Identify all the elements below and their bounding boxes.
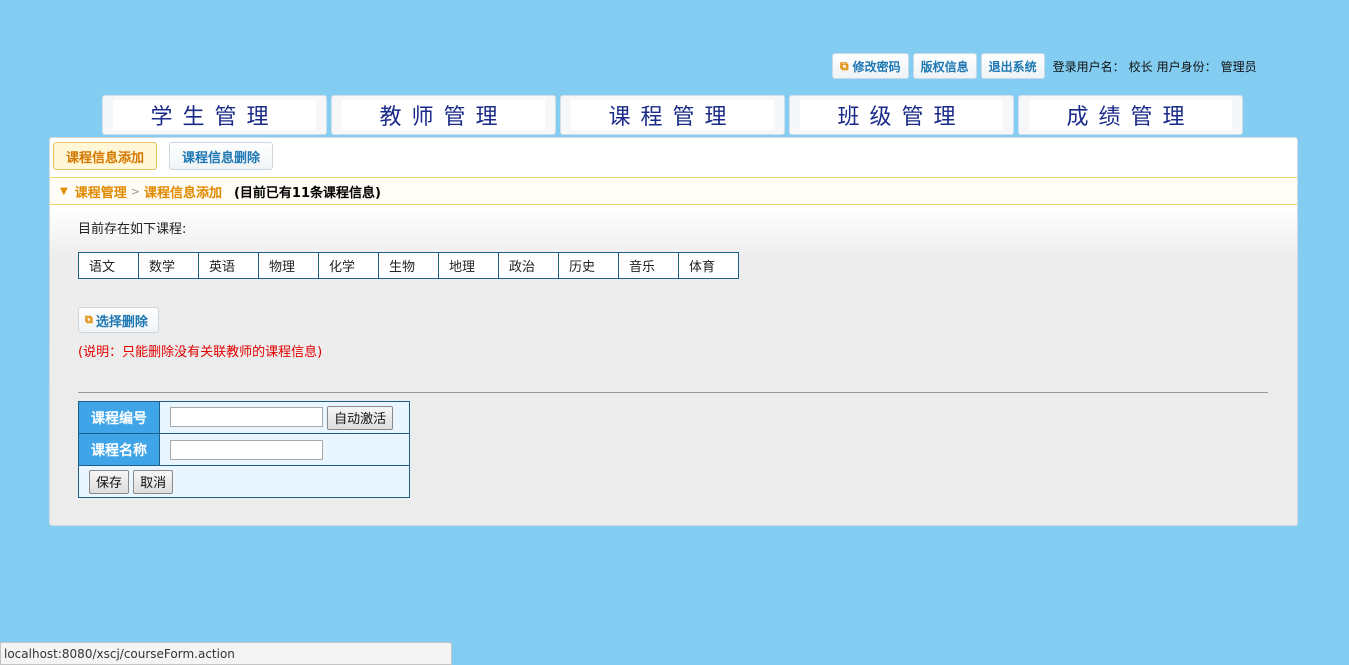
- external-link-icon: ⧉: [840, 58, 849, 73]
- save-button[interactable]: 保存: [89, 469, 130, 494]
- cancel-button[interactable]: 取消: [133, 469, 174, 494]
- caret-down-icon: ▼: [60, 185, 68, 197]
- existing-courses-label: 目前存在如下课程:: [78, 222, 187, 237]
- nav-tab-students[interactable]: 学生管理: [102, 95, 327, 135]
- divider: [78, 392, 1268, 393]
- course-cell: 音乐: [618, 252, 679, 279]
- content-panel: 课程信息添加 课程信息删除 ▼ 课程管理 > 课程信息添加 (目前已有11条课程…: [49, 137, 1298, 526]
- logout-button[interactable]: 退出系统: [980, 53, 1045, 79]
- course-form: 课程编号 自动激活 课程名称 保存 取消: [78, 401, 410, 498]
- nav-tab-label: 教师管理: [342, 100, 545, 130]
- login-name: 校长: [1128, 59, 1153, 74]
- nav-tab-label: 成绩管理: [1029, 100, 1232, 130]
- change-password-label: 修改密码: [852, 59, 901, 74]
- course-cell: 英语: [198, 252, 259, 279]
- status-bar-url: localhost:8080/xscj/courseForm.action: [0, 642, 452, 665]
- nav-tab-label: 课程管理: [571, 100, 774, 130]
- form-actions: 保存 取消: [78, 465, 410, 498]
- auto-activate-button[interactable]: 自动激活: [327, 405, 394, 430]
- breadcrumb-separator: >: [130, 184, 140, 198]
- course-name-label: 课程名称: [78, 433, 160, 466]
- course-cell: 化学: [318, 252, 379, 279]
- course-name-input[interactable]: [170, 439, 323, 460]
- external-link-icon: ⧉: [85, 313, 93, 326]
- nav-tab-classes[interactable]: 班级管理: [789, 95, 1014, 135]
- main-nav: 学生管理 教师管理 课程管理 班级管理 成绩管理: [102, 95, 1247, 135]
- user-role: 管理员: [1220, 59, 1257, 74]
- course-id-label: 课程编号: [78, 401, 160, 434]
- nav-tab-label: 学生管理: [113, 100, 316, 130]
- course-name-cell: [159, 433, 410, 466]
- course-cell: 物理: [258, 252, 319, 279]
- course-id-cell: 自动激活: [159, 401, 410, 434]
- breadcrumb-course-add[interactable]: 课程信息添加: [144, 182, 222, 201]
- breadcrumb-course-management[interactable]: 课程管理: [75, 182, 127, 201]
- tab-course-add[interactable]: 课程信息添加: [53, 142, 158, 170]
- delete-note: (说明：只能删除没有关联教师的课程信息): [78, 345, 323, 360]
- nav-tab-label: 班级管理: [800, 100, 1003, 130]
- course-cell: 历史: [558, 252, 619, 279]
- course-cell: 地理: [438, 252, 499, 279]
- course-cell: 生物: [378, 252, 439, 279]
- course-cell: 数学: [138, 252, 199, 279]
- change-password-button[interactable]: ⧉ 修改密码: [832, 53, 909, 79]
- existing-courses-table: 语文 数学 英语 物理 化学 生物 地理 政治 历史 音乐 体育: [78, 252, 739, 279]
- course-id-input[interactable]: [170, 407, 323, 427]
- select-delete-button[interactable]: ⧉ 选择删除: [78, 307, 159, 333]
- user-info: 登录用户名： 校长 用户身份： 管理员: [1053, 58, 1257, 75]
- role-label: 用户身份：: [1156, 59, 1217, 74]
- course-cell: 语文: [78, 252, 139, 279]
- select-delete-label: 选择删除: [95, 314, 148, 330]
- login-label: 登录用户名：: [1052, 59, 1125, 74]
- nav-tab-grades[interactable]: 成绩管理: [1018, 95, 1243, 135]
- tab-course-delete[interactable]: 课程信息删除: [169, 142, 274, 170]
- course-cell: 体育: [678, 252, 739, 279]
- course-count: (目前已有11条课程信息): [233, 185, 381, 201]
- top-toolbar: ⧉ 修改密码 版权信息 退出系统 登录用户名： 校长 用户身份： 管理员: [832, 52, 1257, 80]
- nav-tab-courses[interactable]: 课程管理: [560, 95, 785, 135]
- copyright-button[interactable]: 版权信息: [912, 53, 977, 79]
- nav-tab-teachers[interactable]: 教师管理: [331, 95, 556, 135]
- page: ⧉ 修改密码 版权信息 退出系统 登录用户名： 校长 用户身份： 管理员 学生管…: [0, 0, 1349, 665]
- course-cell: 政治: [498, 252, 559, 279]
- sub-tabs: 课程信息添加 课程信息删除: [53, 142, 274, 170]
- breadcrumb: ▼ 课程管理 > 课程信息添加 (目前已有11条课程信息): [50, 177, 1297, 205]
